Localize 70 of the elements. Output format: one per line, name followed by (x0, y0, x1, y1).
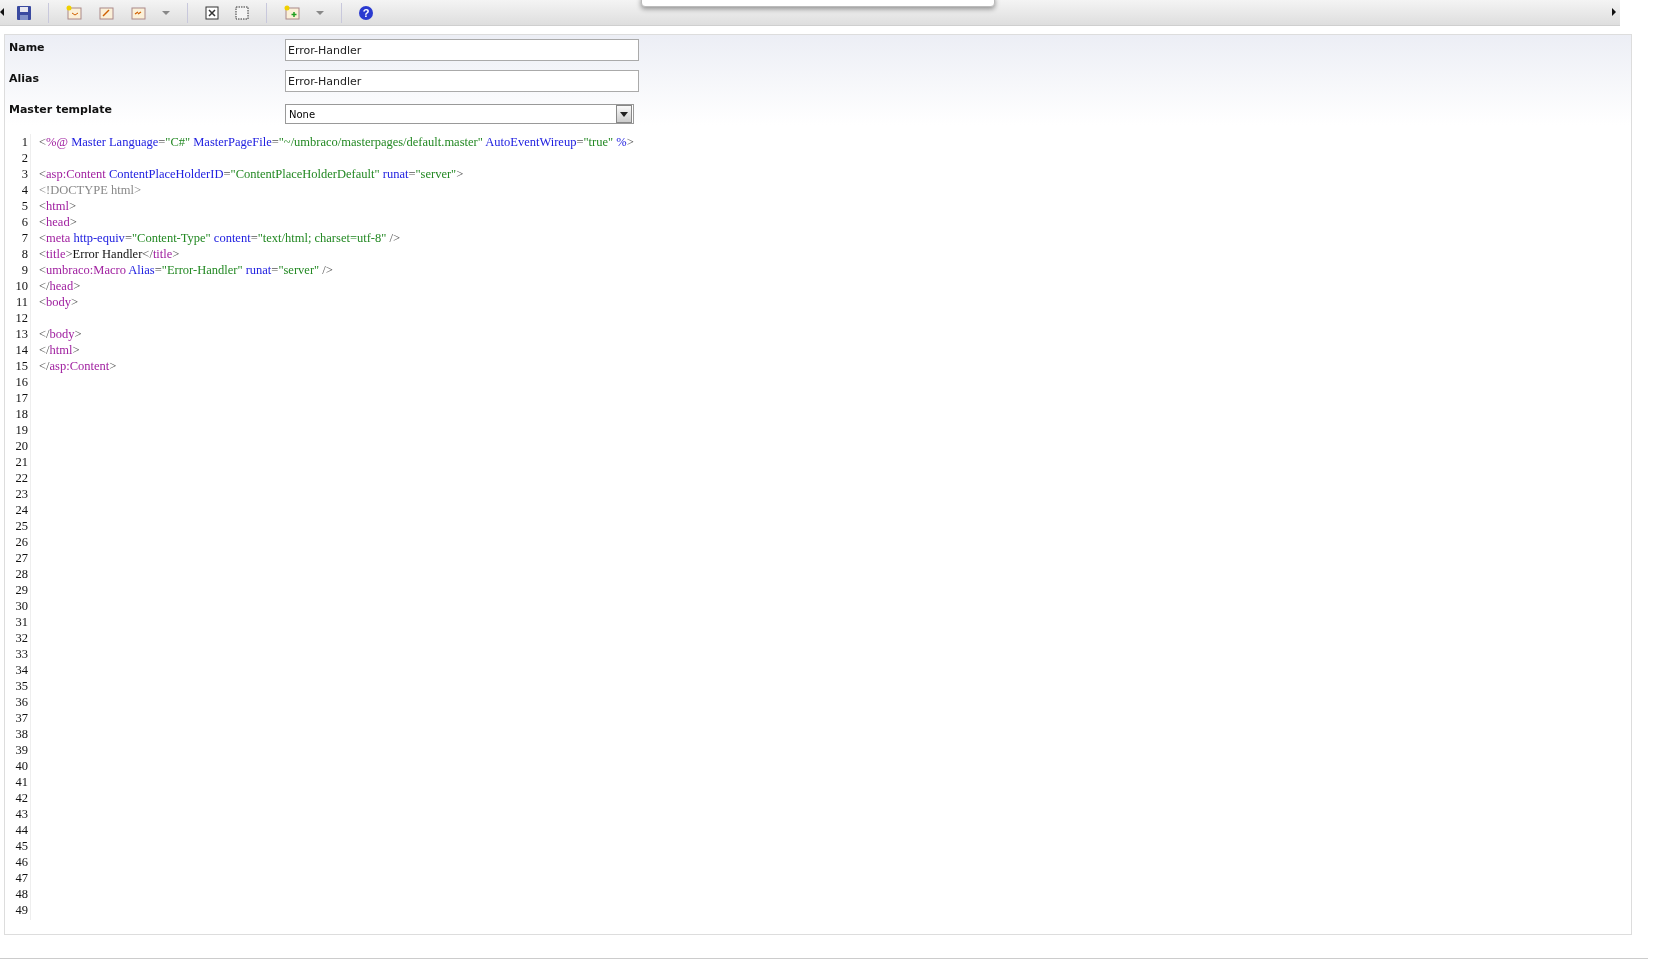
line-number: 19 (15, 422, 28, 438)
line-number: 14 (15, 342, 28, 358)
line-number: 41 (15, 774, 28, 790)
line-number: 16 (15, 374, 28, 390)
line-number: 4 (21, 182, 28, 198)
field-label: Master template (9, 102, 113, 116)
line-number: 6 (21, 214, 28, 230)
scroll-left-icon[interactable] (0, 8, 4, 16)
field-label: Name (9, 40, 46, 54)
select-dropdown[interactable]: None (285, 104, 634, 124)
line-number: 31 (15, 614, 28, 630)
code-line: <!DOCTYPE html> (39, 183, 141, 197)
code-line: </html> (39, 343, 80, 357)
line-number: 46 (15, 854, 28, 870)
line-number: 13 (15, 326, 28, 342)
line-number: 18 (15, 406, 28, 422)
line-number: 22 (15, 470, 28, 486)
line-number: 12 (15, 310, 28, 326)
line-number: 27 (15, 550, 28, 566)
line-number: 20 (15, 438, 28, 454)
line-number: 33 (15, 646, 28, 662)
line-number: 29 (15, 582, 28, 598)
line-number: 49 (15, 902, 28, 918)
code-line: <title>Error Handler</title> (39, 247, 180, 261)
code-line: <meta http-equiv="Content-Type" content="text/html; charset=utf-8" /> (39, 231, 401, 245)
code-line: <body> (39, 295, 79, 309)
line-number: 37 (15, 710, 28, 726)
line-number: 28 (15, 566, 28, 582)
field-label: Alias (9, 71, 41, 85)
line-number: 36 (15, 694, 28, 710)
line-number: 34 (15, 662, 28, 678)
code-line: <%@ Master Language="C#" MasterPageFile="~/umbraco/masterpages/default.master" AutoEventWireup="true" %> (39, 135, 634, 149)
line-number: 3 (21, 166, 28, 182)
line-number: 43 (15, 806, 28, 822)
line-number: 35 (15, 678, 28, 694)
line-number: 26 (15, 534, 28, 550)
line-number: 5 (21, 198, 28, 214)
code-line: <head> (39, 215, 77, 229)
line-number: 1 (21, 134, 28, 150)
code-line: <asp:Content ContentPlaceHolderID="ContentPlaceHolderDefault" runat="server"> (39, 167, 464, 181)
line-number: 45 (15, 838, 28, 854)
code-line: </head> (39, 279, 81, 293)
line-number: 48 (15, 886, 28, 902)
line-number: 8 (21, 246, 28, 262)
text-field[interactable]: Error-Handler (285, 39, 639, 61)
line-number: 39 (15, 742, 28, 758)
line-number: 25 (15, 518, 28, 534)
line-number: 32 (15, 630, 28, 646)
line-number: 23 (15, 486, 28, 502)
line-number: 15 (15, 358, 28, 374)
line-number: 2 (21, 150, 28, 166)
line-number: 44 (15, 822, 28, 838)
scroll-right-icon[interactable] (1612, 8, 1616, 16)
line-number: 40 (15, 758, 28, 774)
line-number: 11 (15, 294, 28, 310)
line-number: 7 (21, 230, 28, 246)
line-number: 24 (15, 502, 28, 518)
code-line: </asp:Content> (39, 359, 117, 373)
line-number: 47 (15, 870, 28, 886)
line-number: 9 (21, 262, 28, 278)
line-number: 30 (15, 598, 28, 614)
text-field[interactable]: Error-Handler (285, 70, 639, 92)
line-number: 17 (15, 390, 28, 406)
line-number: 21 (15, 454, 28, 470)
code-line: </body> (39, 327, 82, 341)
line-number: 42 (15, 790, 28, 806)
code-line: <umbraco:Macro Alias="Error-Handler" runat="server" /> (39, 263, 333, 277)
line-number: 10 (15, 278, 28, 294)
code-line: <html> (39, 199, 77, 213)
line-number: 38 (15, 726, 28, 742)
